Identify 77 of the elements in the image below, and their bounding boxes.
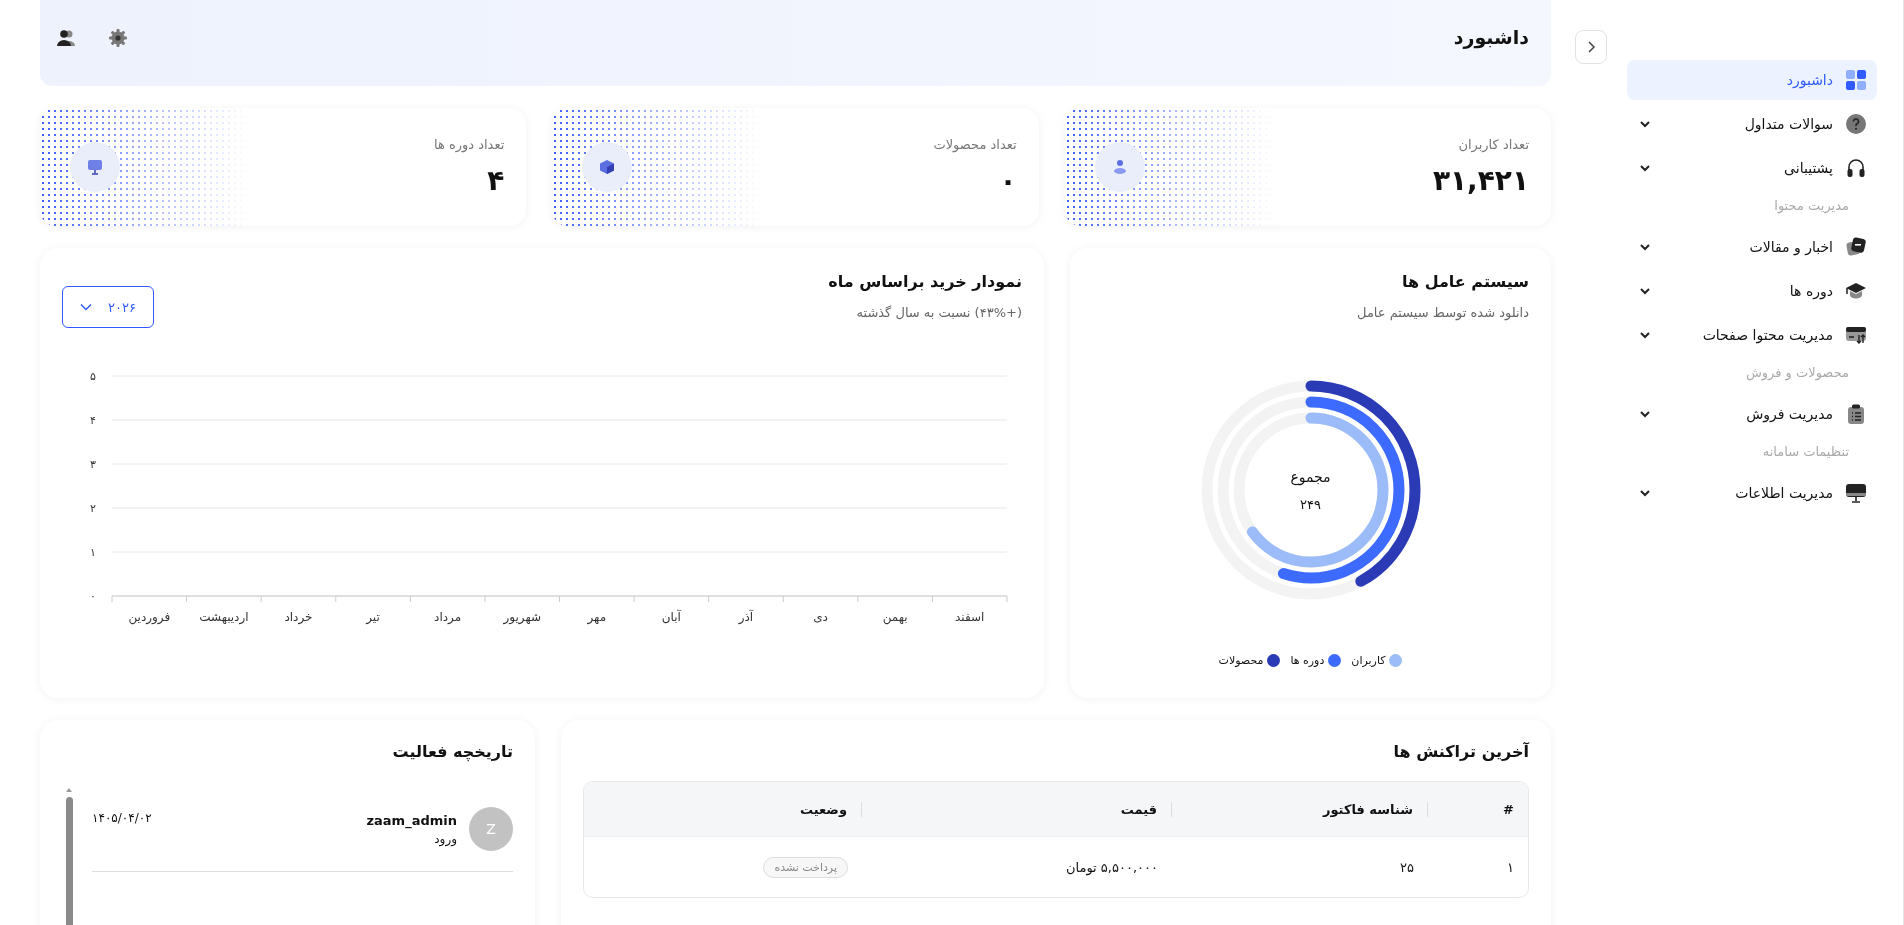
nav-item[interactable]: مدیریت اطلاعات bbox=[1627, 473, 1877, 513]
tick-label: ۲ bbox=[90, 502, 96, 515]
status-badge: پرداخت نشده bbox=[763, 856, 848, 878]
column-header: شناسه فاکتور bbox=[1172, 801, 1428, 817]
avatar: Z bbox=[469, 807, 513, 851]
table-cell-text: ۲۵ bbox=[1399, 859, 1415, 875]
stat-label: تعداد دوره ها bbox=[434, 137, 505, 152]
box-icon bbox=[599, 159, 616, 175]
tick-label: ۰ bbox=[90, 590, 96, 603]
card-title: آخرین تراکنش ها bbox=[1392, 742, 1529, 761]
card-title: سیستم عامل ها bbox=[1401, 272, 1529, 291]
column-header: قیمت bbox=[862, 801, 1172, 817]
nav-item[interactable]: سوالات متداول bbox=[1627, 104, 1877, 144]
nav-item[interactable]: دوره ها bbox=[1627, 271, 1877, 311]
month-label: آبان bbox=[661, 610, 681, 624]
legend-label: کاربران bbox=[1351, 654, 1386, 667]
nav-item[interactable]: پشتیبانی bbox=[1627, 148, 1877, 188]
grid-icon bbox=[1846, 70, 1866, 90]
stat-value: ۴ bbox=[486, 164, 505, 197]
activity-action: ورود bbox=[433, 831, 457, 846]
monitor-icon bbox=[87, 159, 103, 175]
total-label: مجموع bbox=[1290, 468, 1331, 485]
stat-label: تعداد محصولات bbox=[933, 137, 1017, 152]
collapse-button[interactable] bbox=[1575, 30, 1607, 64]
card-title: نمودار خرید براساس ماه bbox=[828, 272, 1022, 291]
headphones-icon bbox=[1846, 158, 1866, 178]
month-label: فروردین bbox=[128, 610, 171, 624]
page-title: داشبورد bbox=[1453, 26, 1529, 48]
activity-date: ۱۴۰۵/۰۴/۰۲ bbox=[92, 811, 152, 825]
month-label: دی bbox=[813, 610, 828, 624]
year-dropdown[interactable]: ۲۰۲۶ bbox=[62, 286, 154, 328]
card-subtitle: دانلود شده توسط سیستم عامل bbox=[1356, 305, 1529, 320]
month-label: بهمن bbox=[882, 610, 908, 624]
clipboard-icon bbox=[1847, 404, 1865, 424]
column-header: # bbox=[1502, 801, 1515, 817]
month-label: تیر bbox=[366, 610, 380, 624]
month-label: خرداد bbox=[284, 610, 313, 624]
stat-value: ۰ bbox=[998, 164, 1017, 197]
month-label: شهریور bbox=[503, 610, 541, 624]
user-name: zaam_admin bbox=[365, 812, 457, 828]
tick-label: ۳ bbox=[90, 458, 96, 471]
column-header: وضعیت bbox=[584, 801, 862, 817]
tick-label: ۱ bbox=[90, 546, 96, 559]
graduation-cap-icon bbox=[1845, 282, 1867, 300]
nav-item[interactable]: مدیریت محتوا صفحات bbox=[1627, 315, 1877, 355]
settings-icon[interactable] bbox=[108, 28, 128, 48]
card-arrows-icon bbox=[1845, 326, 1867, 344]
tick-label: ۵ bbox=[90, 370, 96, 383]
table-cell-text: ۱ bbox=[1506, 859, 1515, 875]
stat-label: تعداد کاربران bbox=[1457, 137, 1529, 152]
users-icon[interactable] bbox=[56, 29, 76, 47]
section-heading: محصولات و فروش bbox=[1744, 364, 1850, 383]
tick-label: ۴ bbox=[90, 414, 96, 427]
chevron-down-icon bbox=[80, 303, 93, 311]
card-title: تاریخچه فعالیت bbox=[391, 742, 513, 761]
month-label: مهر bbox=[587, 610, 607, 624]
section-heading: تنظیمات سامانه bbox=[1761, 443, 1850, 461]
scroll-up-arrow-icon[interactable] bbox=[65, 787, 73, 793]
legend-label: دوره ها bbox=[1290, 654, 1325, 667]
section-heading: مدیریت محتوا bbox=[1773, 197, 1850, 216]
month-label: اسفند bbox=[955, 610, 985, 624]
card-subtitle: (+۴۳%) نسبت به سال گذشته bbox=[855, 305, 1022, 320]
users-icon bbox=[1111, 159, 1128, 175]
legend-label: محصولات bbox=[1218, 654, 1264, 667]
nav-item[interactable]: اخبار و مقالات bbox=[1627, 227, 1877, 267]
chevron-icon bbox=[1586, 40, 1596, 54]
stat-value: ۳۱,۴۲۱ bbox=[1432, 164, 1529, 197]
monitor-icon bbox=[1845, 483, 1867, 503]
month-label: آذر bbox=[738, 610, 754, 624]
nav-item[interactable]: مدیریت فروش bbox=[1627, 394, 1877, 434]
total-value: ۲۴۹ bbox=[1300, 496, 1321, 512]
month-label: مرداد bbox=[434, 610, 462, 624]
news-icon bbox=[1846, 237, 1866, 257]
help-icon bbox=[1846, 114, 1866, 134]
table-cell-text: ۵,۵۰۰,۰۰۰ تومان bbox=[1064, 859, 1159, 875]
month-label: اردیبهشت bbox=[199, 610, 249, 624]
nav-item[interactable]: داشبورد bbox=[1627, 60, 1877, 100]
